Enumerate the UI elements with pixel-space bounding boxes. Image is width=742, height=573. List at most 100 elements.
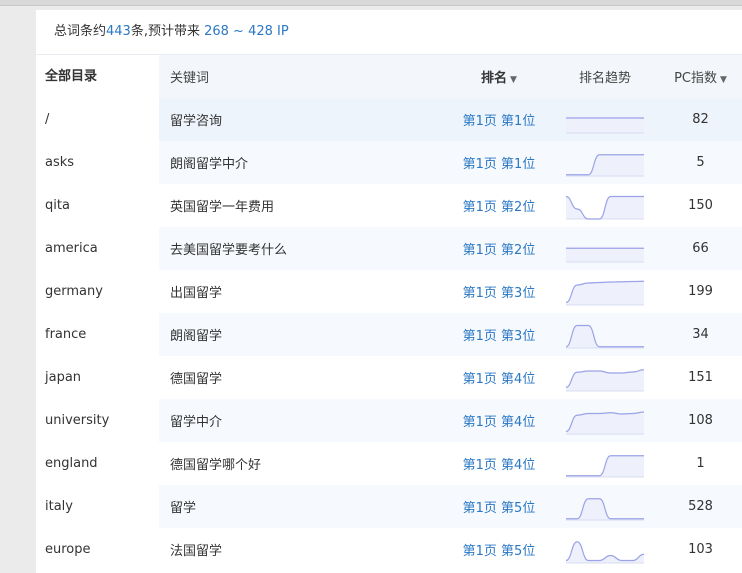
pc-header-label: PC指数 bbox=[674, 71, 717, 86]
trend-cell bbox=[551, 189, 659, 223]
trend-sparkline bbox=[566, 454, 644, 477]
pc-index-cell: 103 bbox=[688, 542, 713, 557]
keyword-cell: 留学咨询 bbox=[170, 114, 223, 129]
column-header-rank[interactable]: 排名 ▼ bbox=[377, 67, 551, 86]
rank-cell: 第1页 第5位 bbox=[377, 497, 551, 516]
rank-link[interactable]: 第1页 第4位 bbox=[463, 458, 536, 473]
keyword-cell: 朗阁留学 bbox=[170, 329, 223, 344]
trend-sparkline bbox=[566, 497, 644, 520]
keyword-table: 关键词 排名 ▼ 排名趋势 PC指数 ▼ 留学咨询 第1页 第1位 82 朗阁留学中介 第1… bbox=[159, 54, 742, 571]
rank-cell: 第1页 第5位 bbox=[377, 540, 551, 559]
rank-link[interactable]: 第1页 第1位 bbox=[463, 157, 536, 172]
trend-sparkline bbox=[566, 324, 644, 348]
trend-sparkline bbox=[566, 410, 644, 434]
trend-sparkline bbox=[566, 280, 644, 305]
table-row: 德国留学 第1页 第4位 151 bbox=[159, 356, 742, 399]
keyword-cell: 留学 bbox=[170, 501, 197, 516]
keyword-cell: 英国留学一年费用 bbox=[170, 200, 275, 215]
table-row: 留学 第1页 第5位 528 bbox=[159, 485, 742, 528]
rank-cell: 第1页 第2位 bbox=[377, 239, 551, 258]
directory-item[interactable]: / bbox=[36, 98, 159, 141]
directory-item[interactable]: italy bbox=[36, 485, 159, 528]
table-row: 英国留学一年费用 第1页 第2位 150 bbox=[159, 184, 742, 227]
rank-link[interactable]: 第1页 第1位 bbox=[463, 114, 536, 129]
table-row: 留学中介 第1页 第4位 108 bbox=[159, 399, 742, 442]
trend-cell bbox=[551, 447, 659, 481]
pc-index-cell: 82 bbox=[692, 112, 709, 127]
sparkline-area bbox=[566, 154, 644, 176]
trend-cell bbox=[551, 318, 659, 352]
rank-link[interactable]: 第1页 第4位 bbox=[463, 372, 536, 387]
rank-link[interactable]: 第1页 第4位 bbox=[463, 415, 536, 430]
keyword-panel: 总词条约443条,预计带来 268 ~ 428 IP 全部目录 / asks qit… bbox=[36, 10, 742, 573]
sparkline-area bbox=[566, 541, 644, 563]
trend-header-label: 排名趋势 bbox=[578, 71, 631, 86]
column-header-pc-index[interactable]: PC指数 ▼ bbox=[659, 67, 742, 86]
rank-cell: 第1页 第4位 bbox=[377, 368, 551, 387]
pc-index-cell: 66 bbox=[692, 241, 709, 256]
trend-cell bbox=[551, 361, 659, 395]
rank-link[interactable]: 第1页 第2位 bbox=[463, 243, 536, 258]
rank-link[interactable]: 第1页 第5位 bbox=[463, 501, 536, 516]
rank-cell: 第1页 第1位 bbox=[377, 153, 551, 172]
table-row: 德国留学哪个好 第1页 第4位 1 bbox=[159, 442, 742, 485]
rank-cell: 第1页 第3位 bbox=[377, 282, 551, 301]
rank-link[interactable]: 第1页 第2位 bbox=[463, 200, 536, 215]
rank-cell: 第1页 第1位 bbox=[377, 110, 551, 129]
pc-index-cell: 5 bbox=[696, 155, 705, 170]
directory-header[interactable]: 全部目录 bbox=[36, 54, 159, 98]
sparkline-area bbox=[566, 247, 644, 262]
table-row: 朗阁留学中介 第1页 第1位 5 bbox=[159, 141, 742, 184]
pc-index-cell: 108 bbox=[688, 413, 713, 428]
summary-prefix: 总词条约 bbox=[54, 24, 107, 39]
table-row: 出国留学 第1页 第3位 199 bbox=[159, 270, 742, 313]
caret-down-icon: ▼ bbox=[720, 75, 727, 85]
directory-item[interactable]: england bbox=[36, 442, 159, 485]
keyword-count: 443 bbox=[106, 24, 131, 39]
summary-bar: 总词条约443条,预计带来 268 ~ 428 IP bbox=[36, 10, 742, 54]
sparkline-area bbox=[566, 369, 644, 391]
rank-header-label: 排名 bbox=[481, 71, 508, 86]
keyword-cell: 德国留学哪个好 bbox=[170, 458, 262, 473]
column-header-keyword: 关键词 bbox=[170, 71, 210, 86]
rank-cell: 第1页 第3位 bbox=[377, 325, 551, 344]
sparkline-area bbox=[566, 117, 644, 133]
rank-cell: 第1页 第4位 bbox=[377, 454, 551, 473]
directory-item[interactable]: qita bbox=[36, 184, 159, 227]
caret-down-icon: ▼ bbox=[510, 75, 517, 85]
column-header-trend: 排名趋势 bbox=[551, 67, 659, 86]
trend-sparkline bbox=[566, 153, 644, 176]
pc-index-cell: 150 bbox=[688, 198, 713, 213]
window-top-edge bbox=[0, 0, 742, 6]
keyword-cell: 法国留学 bbox=[170, 544, 223, 559]
table-row: 去美国留学要考什么 第1页 第2位 66 bbox=[159, 227, 742, 270]
trend-cell bbox=[551, 232, 659, 266]
trend-cell bbox=[551, 146, 659, 180]
trend-cell bbox=[551, 404, 659, 438]
trend-sparkline bbox=[566, 247, 644, 262]
directory-list: 全部目录 / asks qita america germany france japan u… bbox=[36, 54, 159, 571]
trend-sparkline bbox=[566, 540, 644, 563]
directory-item[interactable]: japan bbox=[36, 356, 159, 399]
sparkline-area bbox=[566, 325, 644, 348]
ip-estimate: 268 ~ 428 IP bbox=[204, 24, 289, 39]
trend-sparkline bbox=[566, 116, 644, 133]
rank-cell: 第1页 第4位 bbox=[377, 411, 551, 430]
rank-cell: 第1页 第2位 bbox=[377, 196, 551, 215]
rank-link[interactable]: 第1页 第5位 bbox=[463, 544, 536, 559]
trend-cell bbox=[551, 275, 659, 309]
rank-link[interactable]: 第1页 第3位 bbox=[463, 286, 536, 301]
directory-item[interactable]: germany bbox=[36, 270, 159, 313]
keyword-cell: 出国留学 bbox=[170, 286, 223, 301]
directory-item[interactable]: university bbox=[36, 399, 159, 442]
directory-item[interactable]: france bbox=[36, 313, 159, 356]
directory-item[interactable]: asks bbox=[36, 141, 159, 184]
trend-cell bbox=[551, 533, 659, 567]
trend-cell bbox=[551, 490, 659, 524]
keyword-cell: 朗阁留学中介 bbox=[170, 157, 249, 172]
summary-mid: 条,预计带来 bbox=[130, 24, 205, 39]
directory-item[interactable]: america bbox=[36, 227, 159, 270]
table-row: 留学咨询 第1页 第1位 82 bbox=[159, 98, 742, 141]
rank-link[interactable]: 第1页 第3位 bbox=[463, 329, 536, 344]
directory-item[interactable]: europe bbox=[36, 528, 159, 571]
